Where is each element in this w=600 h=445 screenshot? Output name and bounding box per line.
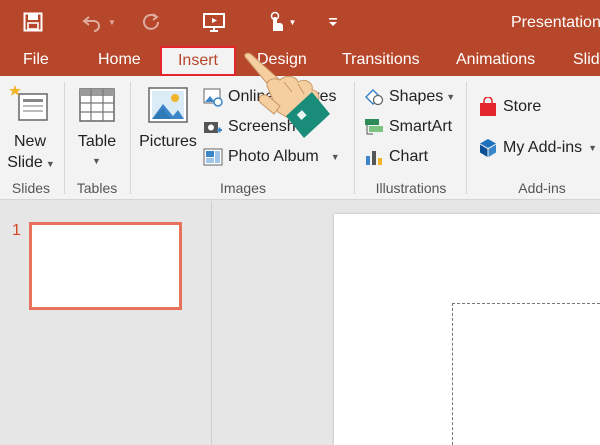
- chevron-down-icon: ▼: [588, 143, 598, 153]
- save-icon[interactable]: [20, 8, 46, 36]
- group-divider: [130, 82, 131, 194]
- customize-icon[interactable]: [326, 8, 340, 36]
- group-label-addins: Add-ins: [518, 180, 566, 196]
- table-icon[interactable]: [79, 88, 115, 122]
- slide-number: 1: [12, 222, 21, 239]
- my-addins-icon: [478, 138, 498, 158]
- tab-slideshow[interactable]: Slid: [573, 44, 600, 76]
- redo-icon[interactable]: [138, 8, 164, 36]
- group-label-tables: Tables: [76, 180, 118, 196]
- store-button[interactable]: Store: [478, 96, 541, 118]
- chart-button[interactable]: Chart: [364, 146, 428, 168]
- table-button[interactable]: Table: [72, 132, 122, 152]
- shapes-label: Shapes: [389, 88, 444, 105]
- smartart-icon: [364, 117, 384, 137]
- window-title: Presentation: [511, 14, 600, 31]
- photo-album-button[interactable]: Photo Album ▼: [203, 146, 340, 168]
- tab-transitions[interactable]: Transitions: [342, 44, 420, 76]
- screenshot-icon: [203, 117, 223, 137]
- new-slide-label-2: Slide: [7, 154, 43, 171]
- my-addins-button[interactable]: My Add-ins ▼: [478, 137, 597, 159]
- new-slide-icon[interactable]: [9, 84, 51, 124]
- shapes-icon: [364, 87, 384, 107]
- group-divider: [354, 82, 355, 194]
- smartart-label: SmartArt: [389, 118, 453, 135]
- store-label: Store: [503, 98, 542, 115]
- tab-file[interactable]: File: [23, 44, 49, 76]
- table-chevron-icon: ▼: [92, 156, 101, 166]
- group-divider: [64, 82, 65, 194]
- photo-album-icon: [203, 147, 223, 167]
- chevron-down-icon: ▼: [45, 159, 55, 169]
- store-icon: [478, 96, 498, 117]
- title-bar: ▼ ▼ Presentation: [0, 0, 600, 44]
- my-addins-label: My Add-ins: [503, 139, 583, 156]
- smartart-button[interactable]: SmartArt: [364, 116, 452, 138]
- pictures-icon[interactable]: [147, 86, 189, 126]
- shapes-button[interactable]: Shapes ▼: [364, 86, 455, 108]
- tab-home[interactable]: Home: [98, 44, 141, 76]
- slide-thumbnail[interactable]: [29, 222, 182, 310]
- new-slide-label-1[interactable]: New: [10, 132, 50, 152]
- group-label-images: Images: [220, 180, 266, 196]
- powerpoint-window: ▼ ▼ Presentation File Home Insert Design…: [0, 0, 600, 445]
- chevron-down-icon: ▼: [446, 92, 456, 102]
- chart-icon: [364, 147, 384, 167]
- group-label-slides: Slides: [11, 180, 51, 196]
- photo-album-label: Photo Album: [228, 148, 319, 165]
- touch-mode-icon[interactable]: ▼: [261, 8, 301, 36]
- new-slide-button[interactable]: Slide ▼: [6, 153, 56, 174]
- group-divider: [466, 82, 467, 194]
- chart-label: Chart: [389, 148, 429, 165]
- hand-pointer-icon: [238, 52, 334, 144]
- undo-icon[interactable]: ▼: [76, 8, 122, 36]
- group-label-illustrations: Illustrations: [375, 180, 447, 196]
- chevron-down-icon: ▼: [330, 152, 340, 162]
- present-icon[interactable]: [199, 8, 229, 36]
- title-placeholder[interactable]: [452, 303, 600, 445]
- tab-animations[interactable]: Animations: [456, 44, 535, 76]
- pictures-button[interactable]: Pictures: [137, 132, 199, 152]
- tab-insert[interactable]: Insert: [160, 46, 236, 76]
- online-pictures-icon: [203, 87, 223, 107]
